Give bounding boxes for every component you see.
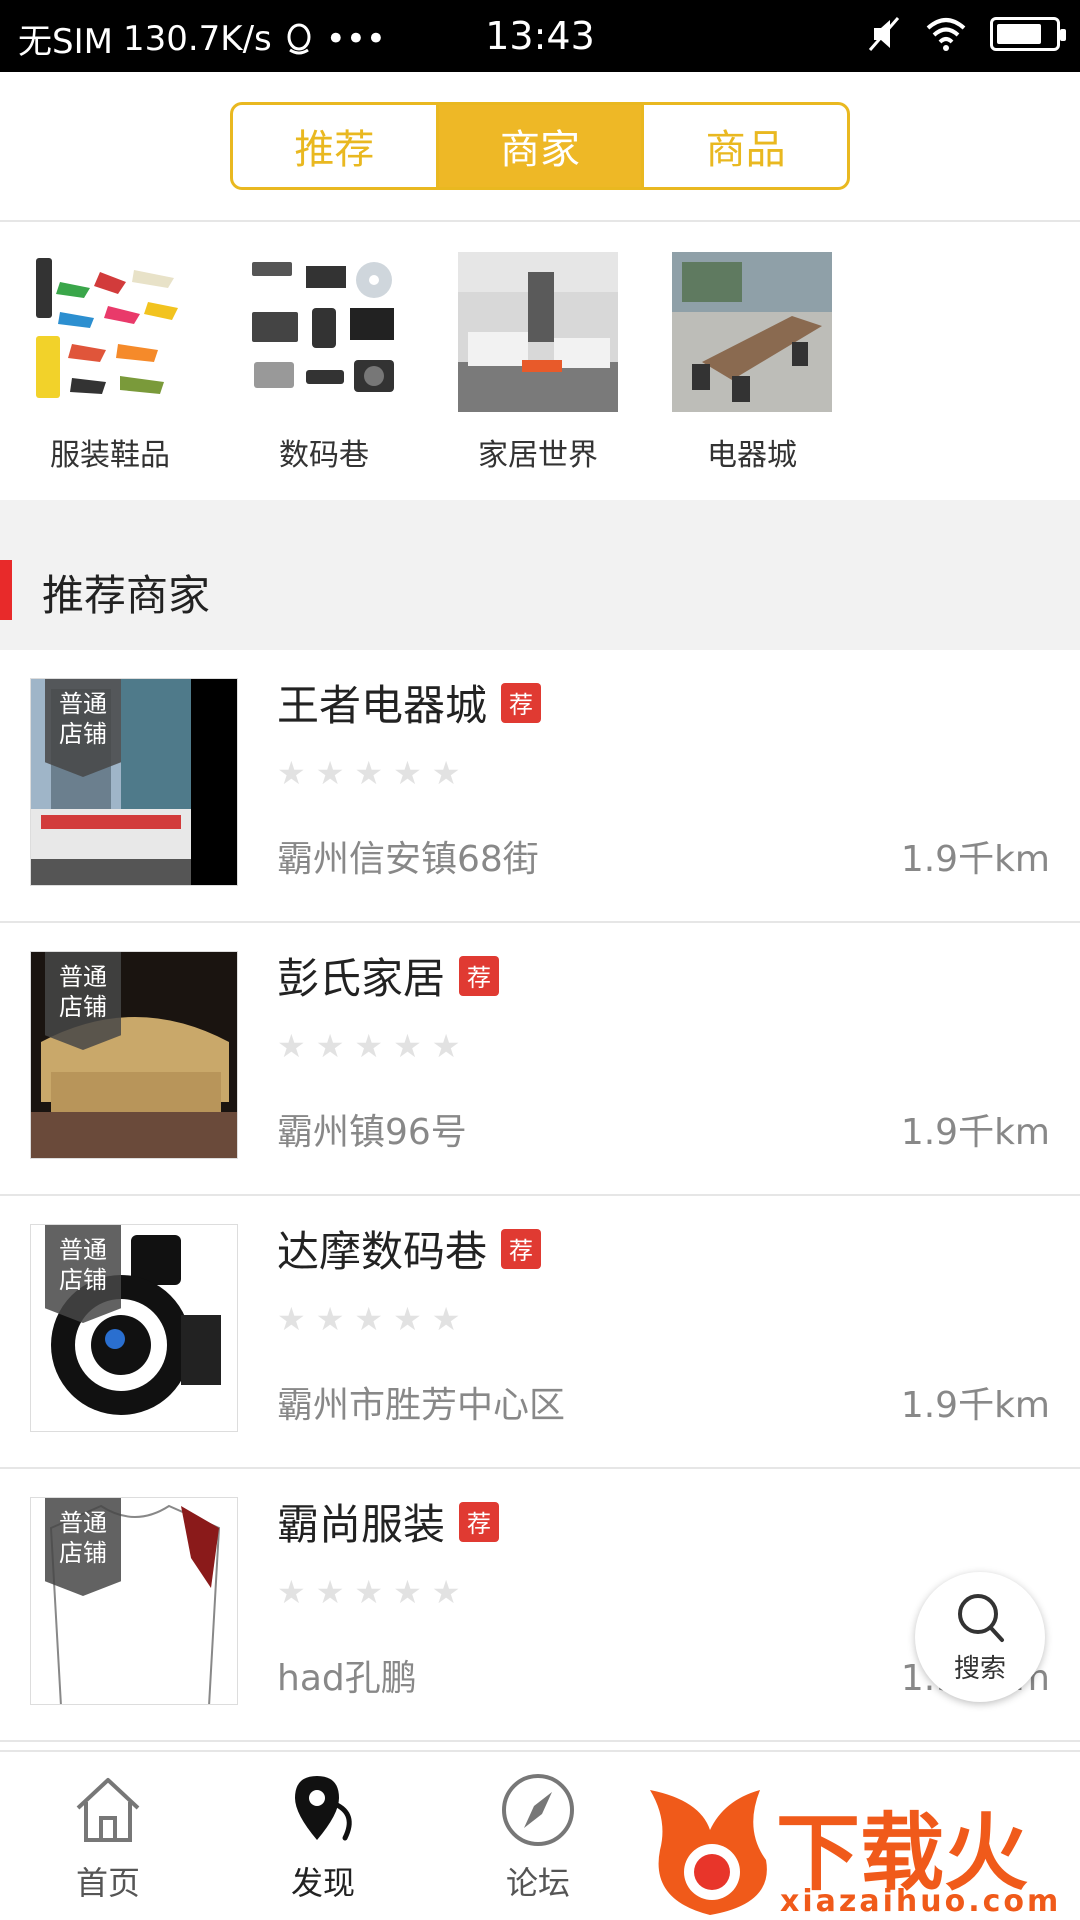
- merchant-name-text: 王者电器城: [277, 681, 488, 730]
- rating-stars: ★ ★ ★ ★ ★: [277, 754, 460, 792]
- merchant-name: 王者电器城 荐: [277, 672, 542, 733]
- category-label: 数码巷: [279, 438, 369, 473]
- star-icon: ★: [277, 1027, 306, 1065]
- watermark-logo: 下载火 xiazaihuo.com: [640, 1780, 1080, 1920]
- star-icon: ★: [277, 1300, 306, 1338]
- merchant-row[interactable]: 普通 店铺 霸尚服装 荐 ★★★★★ had孔鹏 1.9千km: [0, 1469, 1080, 1742]
- search-button[interactable]: 搜索: [915, 1572, 1045, 1702]
- watermark-url: xiazaihuo.com: [780, 1884, 1062, 1919]
- category-label: 家居世界: [478, 438, 598, 473]
- living-room-image: [458, 252, 618, 412]
- tab-bar: 推荐 商家 商品: [0, 72, 1080, 222]
- recommend-badge: 荐: [459, 955, 500, 996]
- star-icon: ★: [393, 1300, 422, 1338]
- category-label: 服装鞋品: [50, 438, 170, 473]
- star-icon: ★: [431, 1300, 461, 1338]
- merchant-address: 霸州市胜芳中心区: [277, 1385, 566, 1426]
- merchant-distance: 1.9千km: [900, 1385, 1050, 1426]
- rating-stars: ★ ★ ★ ★ ★: [277, 1027, 460, 1065]
- merchant-address: had孔鹏: [277, 1658, 417, 1699]
- merchant-thumbnail: 普通 店铺: [30, 951, 238, 1159]
- shop-type-badge: 普通 店铺: [45, 1498, 121, 1596]
- star-icon: ★: [277, 754, 306, 792]
- nav-label: 发现: [290, 1864, 355, 1902]
- search-icon: [958, 1593, 1004, 1642]
- star-icon: ★: [315, 1027, 345, 1065]
- star-icon: ★: [354, 1573, 384, 1611]
- merchant-list: 普通 店铺 王者电器城 荐 ★ ★ ★ ★ ★ 霸州信安镇68街 1.9千km 普通 店…: [0, 650, 1080, 1742]
- shop-type-badge: 普通 店铺: [45, 1225, 121, 1323]
- electronics-image: [244, 252, 404, 412]
- tab-products[interactable]: 商品: [644, 105, 847, 187]
- merchant-name-text: 彭氏家居: [277, 954, 446, 1003]
- category-home[interactable]: 家居世界: [458, 252, 618, 500]
- tab-merchants[interactable]: 商家: [438, 105, 645, 187]
- merchant-distance: 1.9千km: [900, 1112, 1050, 1153]
- recommend-badge: 荐: [459, 1501, 500, 1542]
- search-label: 搜索: [953, 1653, 1006, 1684]
- status-bar: 无SIM 130.7K/s ••• 13:43: [0, 0, 1080, 72]
- category-label: 电器城: [707, 438, 797, 473]
- merchant-row[interactable]: 普通 店铺 达摩数码巷 荐 ★ ★ ★ ★ ★ 霸州市胜芳中心区 1.9千km: [0, 1196, 1080, 1469]
- merchant-name-text: 达摩数码巷: [277, 1227, 488, 1276]
- star-icon: ★: [315, 754, 345, 792]
- compass-icon: [502, 1774, 574, 1846]
- star-icon: ★: [354, 1027, 384, 1065]
- section-header: 推荐商家: [0, 500, 1080, 650]
- merchant-name: 彭氏家居 荐: [277, 945, 500, 1006]
- merchant-row[interactable]: 普通 店铺 王者电器城 荐 ★ ★ ★ ★ ★ 霸州信安镇68街 1.9千km: [0, 650, 1080, 923]
- recommend-badge: 荐: [501, 1228, 542, 1269]
- nav-label: 首页: [75, 1864, 140, 1902]
- conference-room-image: [672, 252, 832, 412]
- section-accent-bar: [0, 560, 12, 620]
- shoes-image: [30, 252, 190, 412]
- merchant-name: 霸尚服装 荐: [277, 1491, 500, 1552]
- category-row: 服装鞋品 数码巷 家居世界 电器城: [0, 222, 1080, 500]
- merchant-thumbnail: 普通 店铺: [30, 678, 238, 886]
- star-icon: ★: [431, 754, 461, 792]
- mute-icon: [868, 17, 900, 51]
- battery-icon: [990, 17, 1066, 51]
- star-icon: ★: [277, 1573, 306, 1611]
- merchant-name: 达摩数码巷 荐: [277, 1218, 542, 1279]
- rating-stars: ★ ★ ★ ★ ★: [277, 1300, 460, 1338]
- star-icon: ★: [431, 1027, 461, 1065]
- star-icon: ★: [431, 1573, 461, 1611]
- nav-forum[interactable]: 论坛: [468, 1770, 608, 1904]
- star-icon: ★: [393, 754, 422, 792]
- merchant-row[interactable]: 普通 店铺 彭氏家居 荐 ★ ★ ★ ★ ★ 霸州镇96号 1.9千km: [0, 923, 1080, 1196]
- star-icon: ★: [393, 1573, 422, 1611]
- shop-type-badge: 普通 店铺: [45, 952, 121, 1050]
- status-right: [868, 16, 1066, 52]
- wifi-icon: [926, 18, 966, 51]
- nav-discover[interactable]: 发现: [253, 1770, 393, 1904]
- star-icon: ★: [354, 754, 384, 792]
- merchant-thumbnail: 普通 店铺: [30, 1224, 238, 1432]
- recommend-badge: 荐: [501, 682, 542, 723]
- category-appliances[interactable]: 电器城: [672, 252, 832, 500]
- star-icon: ★: [354, 1300, 384, 1338]
- star-icon: ★: [315, 1300, 345, 1338]
- star-icon: ★: [315, 1573, 345, 1611]
- rating-stars: ★ ★ ★ ★ ★: [277, 1573, 460, 1611]
- merchant-distance: 1.9千km: [900, 839, 1050, 880]
- merchant-address: 霸州镇96号: [277, 1112, 467, 1153]
- star-icon: ★: [393, 1027, 422, 1065]
- nav-home[interactable]: 首页: [38, 1770, 178, 1904]
- merchant-thumbnail: 普通 店铺: [30, 1497, 238, 1705]
- tab-recommend[interactable]: 推荐: [233, 105, 439, 187]
- section-title: 推荐商家: [42, 571, 211, 620]
- merchant-name-text: 霸尚服装: [277, 1500, 446, 1549]
- category-digital[interactable]: 数码巷: [244, 252, 404, 500]
- flame-logo-icon: [650, 1790, 767, 1915]
- shop-type-badge: 普通 店铺: [45, 679, 121, 777]
- segmented-control: 推荐 商家 商品: [230, 102, 850, 190]
- merchant-address: 霸州信安镇68街: [277, 839, 539, 880]
- home-icon: [76, 1778, 140, 1842]
- nav-label: 论坛: [505, 1864, 570, 1902]
- discover-icon: [295, 1776, 352, 1841]
- category-clothing[interactable]: 服装鞋品: [30, 252, 190, 500]
